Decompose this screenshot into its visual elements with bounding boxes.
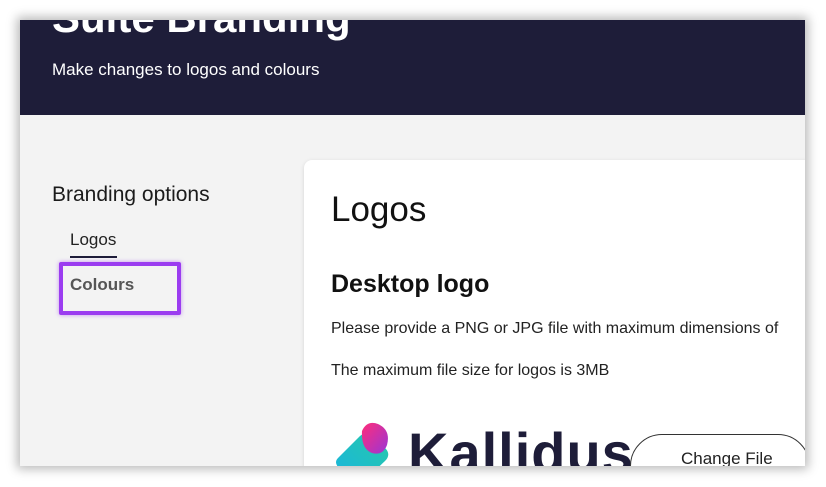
kallidus-logo-icon xyxy=(336,422,389,466)
page-title: Suite Branding xyxy=(52,20,351,46)
logo-wordmark: Kallidus xyxy=(408,421,634,466)
page-header: Suite Branding Make changes to logos and… xyxy=(20,20,805,115)
highlight-box xyxy=(59,262,181,315)
logos-panel: Logos Desktop logo Please provide a PNG … xyxy=(304,160,805,466)
desktop-logo-heading: Desktop logo xyxy=(331,270,490,298)
max-file-size-text: The maximum file size for logos is 3MB xyxy=(331,362,610,379)
change-file-button[interactable]: Change File xyxy=(630,434,805,466)
section-title: Logos xyxy=(331,190,427,229)
sidebar-item-logos[interactable]: Logos xyxy=(70,230,117,258)
page-subtitle: Make changes to logos and colours xyxy=(52,60,320,79)
sidebar-heading: Branding options xyxy=(52,183,210,206)
logo-instructions: Please provide a PNG or JPG file with ma… xyxy=(331,320,779,337)
app-window: Suite Branding Make changes to logos and… xyxy=(20,20,805,466)
sidebar-item-label: Logos xyxy=(70,230,117,249)
active-indicator xyxy=(70,256,117,258)
